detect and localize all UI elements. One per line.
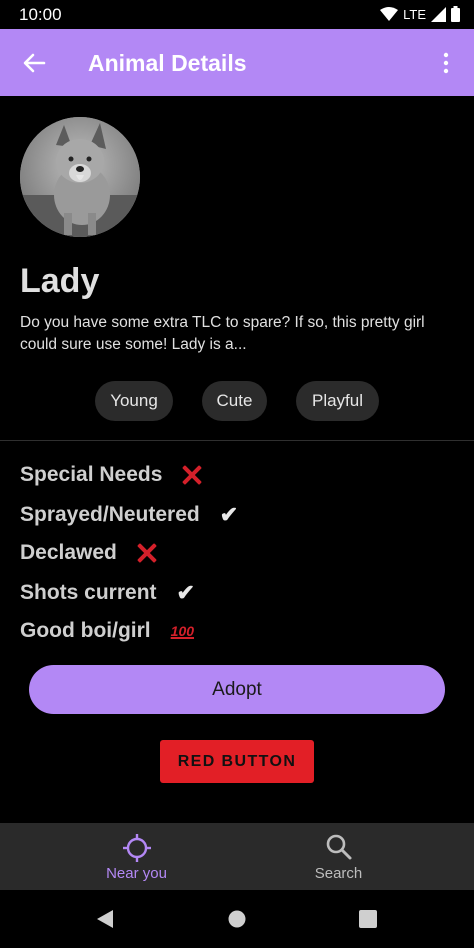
- hundred-points-icon: 100: [170, 623, 195, 639]
- more-vert-icon[interactable]: [434, 51, 458, 75]
- trait-item: Good boi/girl 100: [20, 619, 194, 643]
- tag-chip[interactable]: Playful: [296, 381, 379, 421]
- red-button[interactable]: RED BUTTON: [160, 740, 314, 783]
- bottom-navigation: Near you Search: [0, 823, 474, 890]
- recents-square-icon[interactable]: [359, 910, 377, 928]
- arrow-back-icon[interactable]: [18, 47, 50, 79]
- status-time: 10:00: [19, 5, 62, 24]
- tag-chip[interactable]: Cute: [202, 381, 267, 421]
- dog-photo: [20, 117, 140, 237]
- trait-item: Declawed: [20, 541, 157, 565]
- back-triangle-icon[interactable]: [96, 909, 114, 929]
- location-target-icon: [122, 834, 151, 862]
- animal-name: Lady: [20, 262, 100, 300]
- wifi-icon: [380, 7, 399, 21]
- trait-label: Shots current: [20, 581, 157, 604]
- battery-icon: [451, 6, 460, 22]
- signal-icon: [431, 6, 446, 22]
- app-bar: Animal Details: [0, 29, 474, 96]
- check-mark-icon: ✔: [176, 580, 195, 605]
- home-circle-icon[interactable]: [228, 910, 246, 928]
- cross-mark-icon: [137, 543, 157, 563]
- trait-label: Sprayed/Neutered: [20, 503, 200, 526]
- status-icons: LTE: [380, 6, 460, 22]
- search-icon: [326, 834, 351, 860]
- animal-description: Do you have some extra TLC to spare? If …: [20, 314, 425, 353]
- page-title: Animal Details: [88, 50, 247, 76]
- trait-item: Special Needs: [20, 463, 202, 487]
- adopt-button[interactable]: Adopt: [29, 665, 445, 714]
- check-mark-icon: ✔: [219, 502, 239, 527]
- system-navigation: [0, 890, 474, 948]
- cross-mark-icon: [182, 465, 202, 485]
- trait-item: Sprayed/Neutered ✔: [20, 502, 238, 528]
- network-type: LTE: [403, 6, 426, 22]
- trait-label: Declawed: [20, 541, 117, 564]
- trait-item: Shots current ✔: [20, 580, 195, 606]
- nav-label-search: Search: [314, 865, 363, 882]
- divider: [0, 440, 474, 441]
- tag-chips: Young Cute Playful: [0, 381, 474, 421]
- tag-chip[interactable]: Young: [95, 381, 173, 421]
- trait-label: Special Needs: [20, 463, 163, 486]
- status-bar: 10:00 LTE: [0, 0, 474, 29]
- trait-label: Good boi/girl: [20, 619, 151, 642]
- nav-item-search[interactable]: Search: [220, 823, 457, 890]
